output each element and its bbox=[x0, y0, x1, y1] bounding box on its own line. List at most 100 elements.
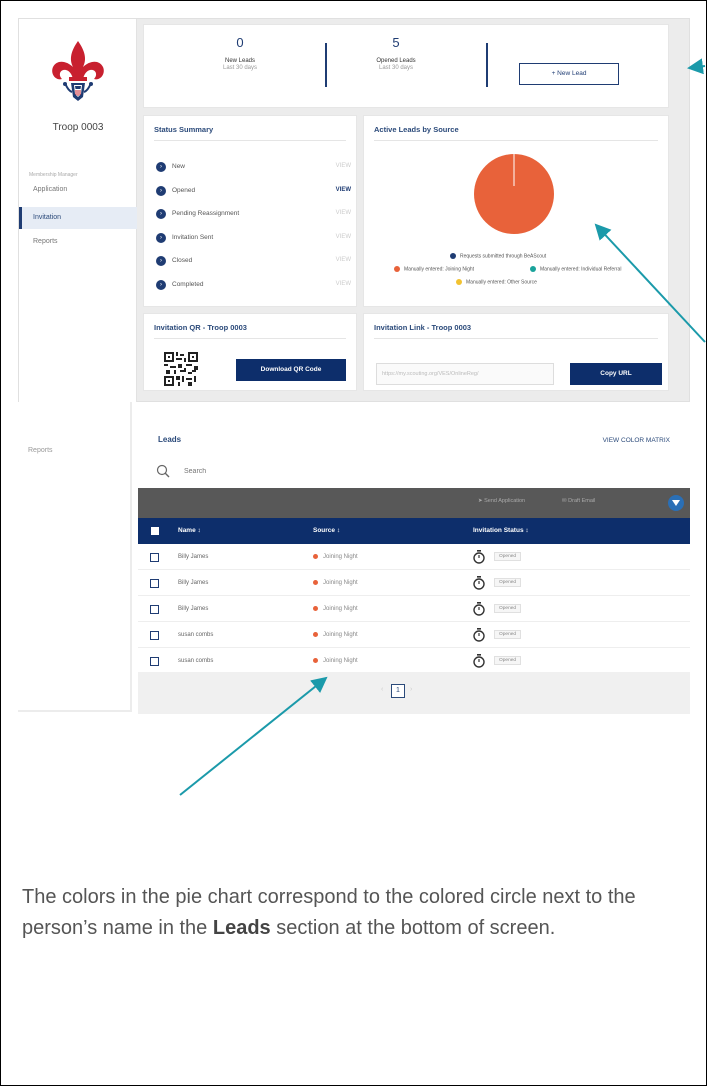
stat-divider bbox=[325, 43, 327, 87]
lead-source: Joining Night bbox=[323, 554, 358, 560]
source-color-dot bbox=[313, 658, 318, 663]
column-source[interactable]: Source ↕ bbox=[313, 527, 340, 534]
new-leads-period: Last 30 days bbox=[222, 65, 258, 71]
leads-title: Leads bbox=[158, 435, 182, 444]
status-view-link[interactable]: VIEW bbox=[336, 210, 351, 216]
status-view-link[interactable]: VIEW bbox=[336, 187, 351, 193]
new-leads-stat: 0 New Leads Last 30 days bbox=[180, 25, 300, 71]
stopwatch-icon bbox=[473, 602, 485, 616]
source-color-dot bbox=[313, 580, 318, 585]
status-summary-card: Status Summary › New VIEW › Opened VIEW › Pendi… bbox=[143, 115, 357, 307]
status-row: › Opened VIEW bbox=[156, 185, 351, 198]
stopwatch-icon bbox=[473, 550, 485, 564]
copy-url-button[interactable]: Copy URL bbox=[570, 363, 662, 385]
opened-leads-period: Last 30 days bbox=[378, 65, 414, 71]
search-input[interactable] bbox=[184, 464, 384, 478]
lead-source: Joining Night bbox=[323, 632, 358, 638]
table-row[interactable]: susan combs Joining Night Opened bbox=[138, 622, 690, 648]
stopwatch-icon bbox=[473, 654, 485, 668]
legend-dot bbox=[450, 253, 456, 259]
leads-stats-card: 0 New Leads Last 30 days 5 Opened Leads … bbox=[143, 24, 669, 108]
legend-label: Manually entered: Other Source bbox=[466, 279, 537, 286]
column-invitation-status[interactable]: Invitation Status ↕ bbox=[473, 527, 529, 534]
status-view-link[interactable]: VIEW bbox=[336, 257, 351, 263]
next-page-icon[interactable]: › bbox=[410, 686, 412, 693]
legend-label: Requests submitted through BeAScout bbox=[460, 253, 547, 260]
opened-leads-stat: 5 Opened Leads Last 30 days bbox=[336, 25, 456, 71]
download-qr-code-button[interactable]: Download QR Code bbox=[236, 359, 346, 381]
legend-dot bbox=[530, 266, 536, 272]
lead-source: Joining Night bbox=[323, 658, 358, 664]
stopwatch-icon bbox=[473, 576, 485, 590]
divider bbox=[154, 140, 346, 141]
search-icon[interactable] bbox=[156, 464, 170, 478]
status-row: › Invitation Sent VIEW bbox=[156, 232, 351, 245]
legend-label: Manually entered: Individual Referral bbox=[540, 266, 622, 273]
legend-item: Manually entered: Joining Night bbox=[394, 266, 474, 272]
opened-leads-count: 5 bbox=[392, 35, 400, 50]
status-badge: Opened bbox=[494, 656, 522, 665]
new-leads-count: 0 bbox=[236, 35, 244, 50]
status-view-link[interactable]: VIEW bbox=[336, 281, 351, 287]
lead-name: Billy James bbox=[178, 580, 209, 586]
new-leads-label: New Leads bbox=[224, 58, 256, 64]
select-all-checkbox[interactable] bbox=[151, 527, 159, 535]
source-color-dot bbox=[313, 632, 318, 637]
invitation-url-field[interactable]: https://my.scouting.org/VES/OnlineReg/ bbox=[376, 363, 554, 385]
active-leads-chart-card: Active Leads by Source Requests submitte… bbox=[363, 115, 669, 307]
sidebar-item-invitation[interactable]: Invitation bbox=[19, 207, 137, 229]
row-checkbox[interactable] bbox=[150, 553, 159, 562]
status-row: › New VIEW bbox=[156, 162, 351, 174]
send-icon: ➤ bbox=[478, 498, 483, 504]
filter-icon[interactable] bbox=[668, 495, 684, 511]
row-checkbox[interactable] bbox=[150, 605, 159, 614]
legend-dot bbox=[456, 279, 462, 285]
lead-name: susan combs bbox=[178, 658, 214, 664]
sidebar-item-application[interactable]: Application bbox=[19, 179, 137, 201]
leads-toolbar: ➤ Send Application ✉ Draft Email bbox=[138, 488, 690, 518]
send-application-action[interactable]: ➤ Send Application bbox=[478, 498, 525, 504]
row-checkbox[interactable] bbox=[150, 579, 159, 588]
page-button[interactable]: 1 bbox=[391, 684, 405, 698]
sidebar-item-reports[interactable]: Reports bbox=[18, 440, 136, 462]
sidebar-item-reports[interactable]: Reports bbox=[19, 231, 137, 253]
send-application-label: Send Application bbox=[484, 498, 526, 504]
new-lead-button[interactable]: + New Lead bbox=[519, 63, 619, 85]
table-row[interactable]: susan combs Joining Night Opened bbox=[138, 648, 690, 674]
status-row: › Closed VIEW bbox=[156, 256, 351, 268]
draft-email-action[interactable]: ✉ Draft Email bbox=[562, 498, 595, 504]
status-icon: › bbox=[156, 162, 166, 172]
status-label: Closed bbox=[172, 257, 193, 264]
leads-screenshot: Reports Leads VIEW COLOR MATRIX ➤ Send A… bbox=[18, 402, 690, 714]
status-row: › Completed VIEW bbox=[156, 279, 351, 292]
status-icon: › bbox=[156, 185, 166, 196]
legend-label: Manually entered: Joining Night bbox=[404, 266, 475, 273]
lead-name: susan combs bbox=[178, 632, 214, 638]
stopwatch-icon bbox=[473, 628, 485, 642]
row-checkbox[interactable] bbox=[150, 631, 159, 640]
caption-bold: Leads bbox=[212, 917, 271, 939]
view-color-matrix-link[interactable]: VIEW COLOR MATRIX bbox=[603, 437, 670, 444]
row-checkbox[interactable] bbox=[150, 657, 159, 666]
previous-page-icon[interactable]: ‹ bbox=[381, 686, 383, 693]
caption: The colors in the pie chart correspond t… bbox=[22, 882, 682, 944]
email-icon: ✉ bbox=[562, 498, 567, 504]
lead-source: Joining Night bbox=[323, 606, 358, 612]
invitation-link-title: Invitation Link - Troop 0003 bbox=[374, 323, 472, 332]
table-row[interactable]: Billy James Joining Night Opened bbox=[138, 544, 690, 570]
status-icon: › bbox=[156, 279, 166, 290]
table-row[interactable]: Billy James Joining Night Opened bbox=[138, 596, 690, 622]
stat-divider bbox=[486, 43, 488, 87]
sidebar: Troop 0003 Membership Manager Applicatio… bbox=[19, 19, 137, 403]
leads-table-header: Name ↕ Source ↕ Invitation Status ↕ bbox=[138, 518, 690, 544]
column-name[interactable]: Name ↕ bbox=[178, 527, 201, 534]
troop-name: Troop 0003 bbox=[52, 122, 104, 133]
status-row: › Pending Reassignment VIEW bbox=[156, 209, 351, 221]
draft-email-label: Draft Email bbox=[568, 498, 596, 504]
membership-manager-label: Membership Manager bbox=[29, 172, 78, 178]
sidebar: Reports bbox=[18, 402, 132, 712]
status-view-link[interactable]: VIEW bbox=[336, 163, 351, 169]
status-view-link[interactable]: VIEW bbox=[336, 234, 351, 240]
table-row[interactable]: Billy James Joining Night Opened bbox=[138, 570, 690, 596]
status-icon: › bbox=[156, 209, 166, 219]
